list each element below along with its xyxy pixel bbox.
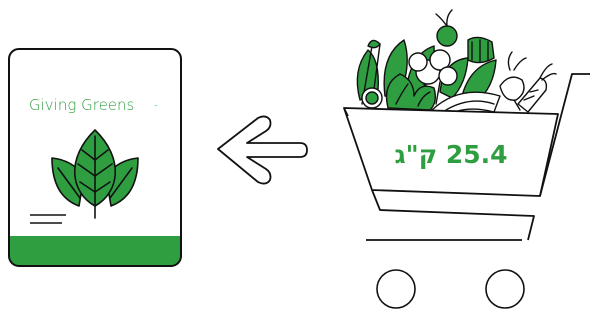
brand-trademark: ™: [154, 104, 158, 109]
cart-weight-label: 25.4 ק"ג: [395, 140, 508, 169]
cart-wheel-right: [485, 269, 525, 309]
cart-wheel-left: [376, 269, 416, 309]
brand-name: Giving Greens: [29, 96, 134, 114]
leaf-icon: [51, 129, 139, 219]
vegetables-icon: [356, 9, 557, 119]
arrow-left-icon: [217, 115, 308, 185]
package-base-band: [9, 236, 181, 266]
package-icon: Giving Greens ™: [8, 48, 182, 267]
illustration: Giving Greens ™ 25.4 ק"ג: [8, 9, 590, 309]
